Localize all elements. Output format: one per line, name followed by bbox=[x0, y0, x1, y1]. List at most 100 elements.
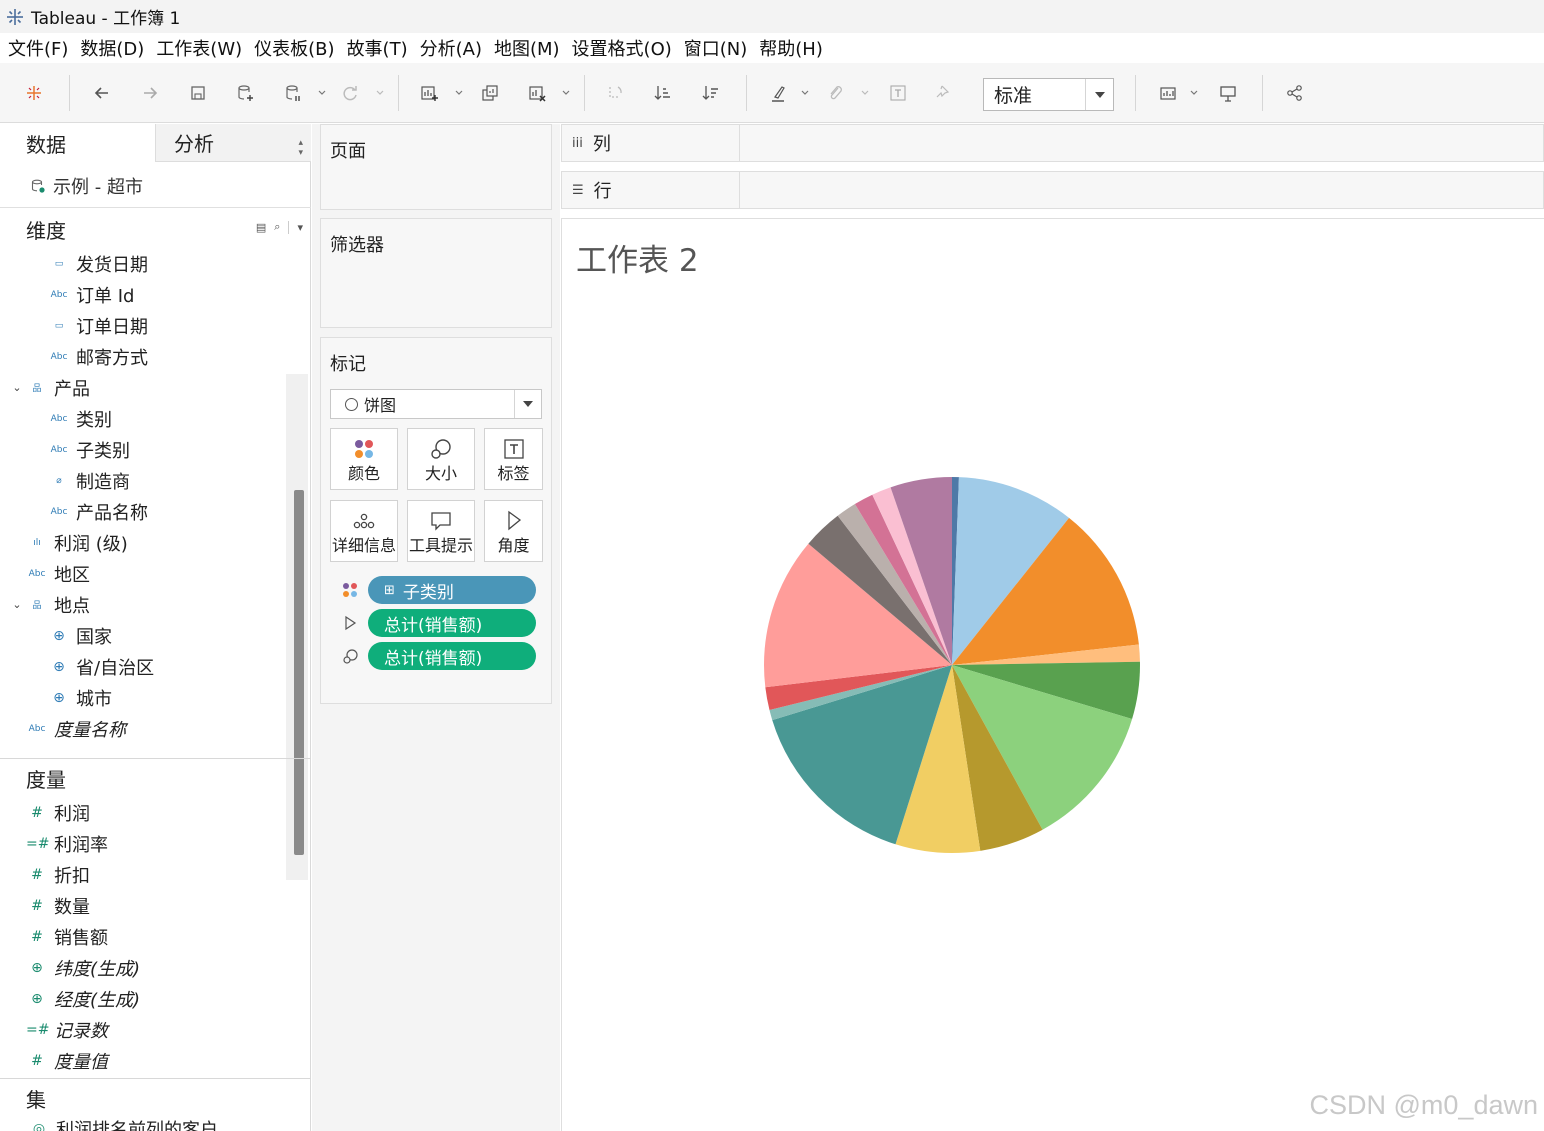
field-item[interactable]: ılı 利润 (级) bbox=[0, 527, 285, 558]
clear-sheet-icon[interactable] bbox=[523, 79, 551, 107]
menu-item-4[interactable]: 故事(T) bbox=[341, 35, 414, 61]
menu-item-8[interactable]: 窗口(N) bbox=[678, 35, 754, 61]
datasource-item[interactable]: 示例 - 超市 bbox=[0, 164, 311, 208]
number-icon: # bbox=[31, 928, 43, 945]
field-item[interactable]: ⊕ 经度(生成) bbox=[0, 983, 285, 1014]
search-icon[interactable]: ⌕ bbox=[274, 220, 280, 234]
expand-icon[interactable]: ⊞ bbox=[384, 583, 395, 598]
field-item[interactable]: # 销售额 bbox=[0, 921, 285, 952]
menu-item-3[interactable]: 仪表板(B) bbox=[248, 35, 340, 61]
field-item[interactable]: Abc 订单 Id bbox=[0, 279, 285, 310]
menu-item-7[interactable]: 设置格式(O) bbox=[566, 35, 678, 61]
mark-type-dropdown[interactable]: 饼图 bbox=[330, 389, 542, 419]
sheet-title[interactable]: 工作表 2 bbox=[576, 235, 699, 280]
tableau-home-icon[interactable] bbox=[20, 79, 48, 107]
pages-card[interactable]: 页面 bbox=[320, 124, 552, 210]
marks-pill-row[interactable]: 总计(销售额) bbox=[342, 642, 537, 670]
sort-arrows-icon[interactable]: ▴ ▾ bbox=[298, 138, 303, 158]
angle-button[interactable]: 角度 bbox=[484, 500, 543, 562]
field-pill[interactable]: 总计(销售额) bbox=[368, 609, 536, 637]
field-item[interactable]: ⊕ 纬度(生成) bbox=[0, 952, 285, 983]
duplicate-sheet-icon[interactable] bbox=[476, 79, 504, 107]
back-arrow-icon[interactable] bbox=[88, 79, 116, 107]
filters-card[interactable]: 筛选器 bbox=[320, 218, 552, 328]
field-item[interactable]: ▭ 发货日期 bbox=[0, 248, 285, 279]
color-button[interactable]: 颜色 bbox=[330, 428, 398, 490]
field-item[interactable]: # 度量值 bbox=[0, 1045, 285, 1076]
menu-item-0[interactable]: 文件(F) bbox=[2, 35, 74, 61]
detail-button[interactable]: 详细信息 bbox=[330, 500, 398, 562]
rows-shelf[interactable]: ☰ 行 bbox=[561, 171, 1544, 209]
share-icon[interactable] bbox=[1281, 79, 1309, 107]
chevron-down-icon[interactable] bbox=[1190, 90, 1198, 96]
tooltip-button[interactable]: 工具提示 bbox=[407, 500, 475, 562]
group-paperclip-icon[interactable] bbox=[822, 79, 850, 107]
presentation-mode-icon[interactable] bbox=[1214, 79, 1242, 107]
field-item[interactable]: ⌄ 品 地点 bbox=[0, 589, 285, 620]
chevron-down-icon[interactable] bbox=[801, 90, 809, 96]
columns-shelf[interactable]: iii 列 bbox=[561, 124, 1544, 162]
pause-updates-icon[interactable] bbox=[279, 79, 307, 107]
menu-item-9[interactable]: 帮助(H) bbox=[753, 35, 829, 61]
highlight-pen-icon[interactable] bbox=[764, 79, 792, 107]
field-item[interactable]: Abc 类别 bbox=[0, 403, 285, 434]
field-item[interactable]: =# 利润率 bbox=[0, 828, 285, 859]
sort-descending-icon[interactable] bbox=[697, 79, 725, 107]
field-label: 产品名称 bbox=[76, 502, 148, 524]
pie-chart[interactable] bbox=[742, 455, 1162, 875]
chevron-down-icon[interactable]: ⌄ bbox=[10, 381, 24, 394]
marks-pill-row[interactable]: ⊞ 子类别 bbox=[342, 576, 537, 604]
menu-item-1[interactable]: 数据(D) bbox=[74, 35, 150, 61]
field-item[interactable]: =# 记录数 bbox=[0, 1014, 285, 1045]
chevron-down-icon[interactable] bbox=[318, 90, 326, 96]
tab-data[interactable]: 数据 bbox=[0, 124, 155, 162]
field-item[interactable]: ⌄ 品 产品 bbox=[0, 372, 285, 403]
field-item[interactable]: # 利润 bbox=[0, 797, 285, 828]
field-item[interactable]: Abc 邮寄方式 bbox=[0, 341, 285, 372]
menu-item-5[interactable]: 分析(A) bbox=[414, 35, 488, 61]
field-item[interactable]: Abc 地区 bbox=[0, 558, 285, 589]
chevron-down-icon[interactable] bbox=[1085, 79, 1113, 110]
field-label: 度量名称 bbox=[54, 719, 126, 741]
size-button[interactable]: 大小 bbox=[407, 428, 475, 490]
tab-analysis[interactable]: 分析 ▴ ▾ bbox=[155, 124, 311, 162]
menu-item-2[interactable]: 工作表(W) bbox=[150, 35, 248, 61]
show-mark-labels-icon[interactable] bbox=[884, 79, 912, 107]
label-button[interactable]: 标签 bbox=[484, 428, 543, 490]
show-me-icon[interactable] bbox=[1154, 79, 1182, 107]
new-worksheet-icon[interactable] bbox=[415, 79, 443, 107]
set-item[interactable]: ◎ 利润排名前列的客户 bbox=[0, 1118, 285, 1131]
chevron-down-icon[interactable] bbox=[514, 390, 541, 418]
field-item[interactable]: ⊕ 国家 bbox=[0, 620, 285, 651]
angle-icon bbox=[345, 615, 357, 631]
save-icon[interactable] bbox=[184, 79, 212, 107]
chevron-down-icon[interactable] bbox=[455, 90, 463, 96]
menu-item-6[interactable]: 地图(M) bbox=[488, 35, 566, 61]
list-view-icon[interactable]: ▤ bbox=[256, 221, 266, 234]
forward-arrow-icon[interactable] bbox=[136, 79, 164, 107]
field-item[interactable]: # 折扣 bbox=[0, 859, 285, 890]
sort-ascending-icon[interactable] bbox=[649, 79, 677, 107]
field-item[interactable]: Abc 度量名称 bbox=[0, 713, 285, 744]
field-pill[interactable]: 总计(销售额) bbox=[368, 642, 536, 670]
swap-rows-columns-icon[interactable] bbox=[601, 79, 629, 107]
chevron-down-icon[interactable] bbox=[861, 90, 869, 96]
field-item[interactable]: Abc 产品名称 bbox=[0, 496, 285, 527]
chevron-down-icon[interactable]: ▾ bbox=[288, 220, 303, 234]
field-item[interactable]: ⊕ 城市 bbox=[0, 682, 285, 713]
pin-axes-icon[interactable] bbox=[930, 79, 958, 107]
marks-pill-row[interactable]: 总计(销售额) bbox=[342, 609, 537, 637]
field-item[interactable]: ▭ 订单日期 bbox=[0, 310, 285, 341]
chevron-down-icon[interactable] bbox=[376, 90, 384, 96]
field-item[interactable]: # 数量 bbox=[0, 890, 285, 921]
scrollbar-thumb[interactable] bbox=[294, 490, 304, 855]
field-item[interactable]: ⌀ 制造商 bbox=[0, 465, 285, 496]
field-item[interactable]: ⊕ 省/自治区 bbox=[0, 651, 285, 682]
refresh-icon[interactable] bbox=[336, 79, 364, 107]
chevron-down-icon[interactable] bbox=[562, 90, 570, 96]
field-item[interactable]: Abc 子类别 bbox=[0, 434, 285, 465]
new-datasource-icon[interactable] bbox=[231, 79, 259, 107]
fit-dropdown[interactable]: 标准 bbox=[983, 78, 1114, 111]
field-pill[interactable]: ⊞ 子类别 bbox=[368, 576, 536, 604]
chevron-down-icon[interactable]: ⌄ bbox=[10, 598, 24, 611]
